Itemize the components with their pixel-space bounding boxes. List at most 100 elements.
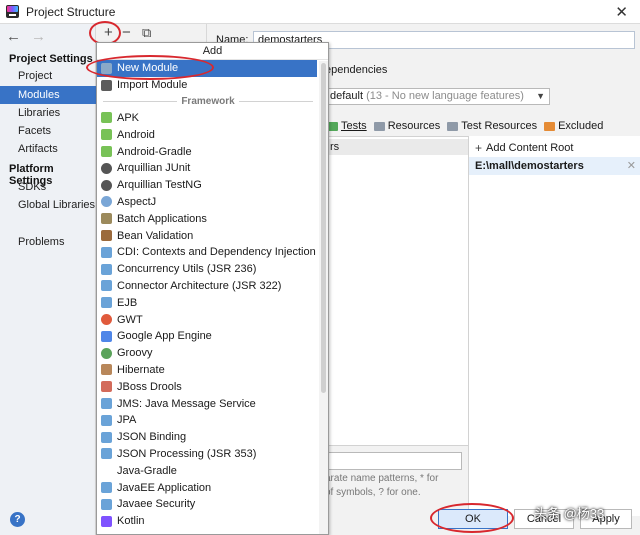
menu-item-label: Android xyxy=(117,128,155,141)
source-tree[interactable]: rs xyxy=(325,136,469,446)
menu-item[interactable]: Concurrency Utils (JSR 236) xyxy=(97,261,317,278)
menu-item[interactable]: Bean Validation xyxy=(97,227,317,244)
tree-row[interactable]: rs xyxy=(326,139,468,155)
mark-test-resources-label: Test Resources xyxy=(461,120,538,132)
appengine-icon xyxy=(101,330,112,342)
intellij-app-icon xyxy=(6,5,19,18)
concurrency-icon xyxy=(101,263,112,275)
framework-section-heading: Framework xyxy=(97,94,319,110)
copy-icon[interactable]: ⧉ xyxy=(142,25,151,41)
forward-arrow-icon[interactable]: → xyxy=(31,28,46,45)
sidebar-item-artifacts[interactable]: Artifacts xyxy=(0,140,96,158)
menu-item[interactable]: Android-Gradle xyxy=(97,143,317,160)
import-icon xyxy=(101,79,112,91)
exclude-hint-line2: of symbols, ? for one. xyxy=(325,487,421,498)
remove-icon[interactable]: − xyxy=(122,24,131,41)
bean-icon xyxy=(101,230,112,242)
mark-test-resources-button[interactable]: Test Resources xyxy=(447,120,537,132)
menu-item[interactable]: JSON Binding xyxy=(97,429,317,446)
sidebar-item-libraries[interactable]: Libraries xyxy=(0,104,96,122)
arquillian-icon xyxy=(101,162,112,174)
menu-item-label: JavaEE Application xyxy=(117,481,212,494)
remove-root-icon[interactable]: ✕ xyxy=(627,157,636,175)
language-level-select[interactable]: default (13 - No new language features) … xyxy=(325,88,550,105)
project-settings-heading: Project Settings xyxy=(9,53,93,65)
menu-item[interactable]: Arquillian TestNG xyxy=(97,177,317,194)
menu-item-label: JMS: Java Message Service xyxy=(117,397,256,410)
gwt-icon xyxy=(101,314,112,326)
menu-item-label: JSON Binding xyxy=(117,431,187,444)
menu-item-label: Javaee Security xyxy=(117,498,196,511)
menu-item-label: CDI: Contexts and Dependency Injection xyxy=(117,246,316,259)
tab-dependencies[interactable]: ependencies xyxy=(325,64,387,76)
menu-item-label: Arquillian TestNG xyxy=(117,179,202,192)
menu-item[interactable]: Kotlin xyxy=(97,513,317,530)
help-icon[interactable]: ? xyxy=(10,512,25,527)
menu-item[interactable]: Connector Architecture (JSR 322) xyxy=(97,278,317,295)
sidebar-item-problems[interactable]: Problems xyxy=(0,233,96,251)
title-bar: Project Structure ✕ xyxy=(0,0,640,24)
popup-scroll-thumb[interactable] xyxy=(321,63,326,393)
menu-item[interactable]: APK xyxy=(97,110,317,127)
menu-item[interactable]: Arquillian JUnit xyxy=(97,160,317,177)
framework-label: Framework xyxy=(181,96,235,108)
menu-item[interactable]: Android xyxy=(97,126,317,143)
menu-item[interactable]: GWT xyxy=(97,311,317,328)
blank-icon xyxy=(101,465,112,476)
menu-item[interactable]: Groovy xyxy=(97,345,317,362)
menu-item-label: Google App Engine xyxy=(117,330,212,343)
sidebar-item-project[interactable]: Project xyxy=(0,67,96,85)
add-content-root-button[interactable]: + Add Content Root xyxy=(475,141,573,155)
exclude-hint-line1: arate name patterns, * for xyxy=(325,473,439,484)
menu-item-label: Kotlin xyxy=(117,515,145,528)
menu-item[interactable]: Google App Engine xyxy=(97,328,317,345)
android-icon xyxy=(101,146,112,158)
menu-item[interactable]: CDI: Contexts and Dependency Injection xyxy=(97,244,317,261)
android-icon xyxy=(101,129,112,141)
language-level-value: default xyxy=(330,90,364,102)
menu-item-label: JBoss Drools xyxy=(117,380,182,393)
menu-item-label: Android-Gradle xyxy=(117,145,192,158)
menu-item[interactable]: Javaee Security xyxy=(97,496,317,513)
javaee-icon xyxy=(101,482,112,494)
mark-as-toolbar: Tests Resources Test Resources Excluded xyxy=(327,120,603,132)
close-icon[interactable]: ✕ xyxy=(615,3,628,21)
menu-item-label: Connector Architecture (JSR 322) xyxy=(117,279,282,292)
mark-excluded-button[interactable]: Excluded xyxy=(544,120,603,132)
batch-icon xyxy=(101,213,112,225)
menu-item-label: Arquillian JUnit xyxy=(117,162,191,175)
popup-scrollbar[interactable] xyxy=(319,61,328,534)
menu-item[interactable]: AspectJ xyxy=(97,194,317,211)
menu-item[interactable]: JPA xyxy=(97,412,317,429)
mark-tests-label: Tests xyxy=(341,120,367,132)
sidebar-item-global-libraries[interactable]: Global Libraries xyxy=(0,196,96,214)
sidebar-item-modules[interactable]: Modules xyxy=(0,86,96,104)
menu-item[interactable]: EJB xyxy=(97,294,317,311)
back-arrow-icon[interactable]: ← xyxy=(6,28,21,45)
menu-item-label: Groovy xyxy=(117,347,153,360)
menu-item[interactable]: JavaEE Application xyxy=(97,479,317,496)
exclude-patterns-field[interactable] xyxy=(325,452,462,470)
json-icon xyxy=(101,431,112,443)
content-root-row[interactable]: E:\mall\demostarters ✕ xyxy=(469,157,640,175)
groovy-icon xyxy=(101,347,112,359)
menu-item[interactable]: JSON Processing (JSR 353) xyxy=(97,446,317,463)
language-level-detail: (13 - No new language features) xyxy=(366,90,524,102)
menu-item[interactable]: JMS: Java Message Service xyxy=(97,395,317,412)
kotlin-icon xyxy=(101,515,112,527)
watermark-text: 头条 @杨33 xyxy=(534,506,605,521)
mark-resources-button[interactable]: Resources xyxy=(373,120,440,132)
divider xyxy=(238,101,314,103)
window-title: Project Structure xyxy=(26,4,116,19)
sidebar-item-facets[interactable]: Facets xyxy=(0,122,96,140)
menu-item[interactable]: Batch Applications xyxy=(97,210,317,227)
security-icon xyxy=(101,498,112,510)
menu-item[interactable]: Java-Gradle xyxy=(97,462,317,479)
arquillian-icon xyxy=(101,179,112,191)
mark-tests-button[interactable]: Tests xyxy=(327,120,367,132)
add-content-root-label: Add Content Root xyxy=(486,142,574,154)
sidebar-item-sdks[interactable]: SDKs xyxy=(0,178,96,196)
menu-item-label: APK xyxy=(117,111,140,124)
menu-item[interactable]: Hibernate xyxy=(97,362,317,379)
menu-item[interactable]: JBoss Drools xyxy=(97,378,317,395)
